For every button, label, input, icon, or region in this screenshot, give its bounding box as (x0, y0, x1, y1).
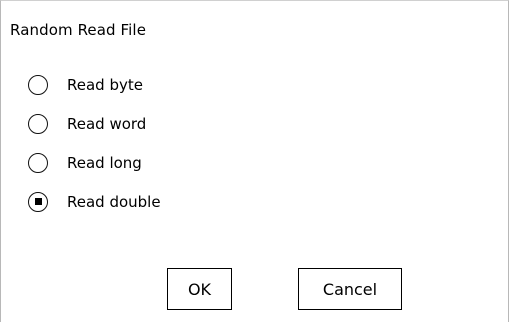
option-label: Read long (67, 153, 142, 172)
option-read-double[interactable]: Read double (28, 182, 161, 221)
radio-button[interactable] (28, 152, 48, 173)
option-read-long[interactable]: Read long (28, 143, 161, 182)
cancel-button[interactable]: Cancel (298, 268, 402, 310)
read-type-radio-group: Read byte Read word Read long Read doubl… (28, 65, 161, 221)
radio-button[interactable] (28, 113, 48, 134)
random-read-file-dialog: Random Read File Read byte Read word Rea… (0, 0, 509, 322)
option-read-byte[interactable]: Read byte (28, 65, 161, 104)
radio-selected-dot (34, 198, 42, 205)
ok-button[interactable]: OK (167, 268, 232, 310)
radio-button[interactable] (28, 74, 48, 95)
option-read-word[interactable]: Read word (28, 104, 161, 143)
option-label: Read word (67, 114, 147, 133)
radio-button[interactable] (28, 191, 48, 212)
dialog-title: Random Read File (10, 21, 147, 39)
option-label: Read byte (67, 75, 143, 94)
option-label: Read double (67, 192, 161, 211)
